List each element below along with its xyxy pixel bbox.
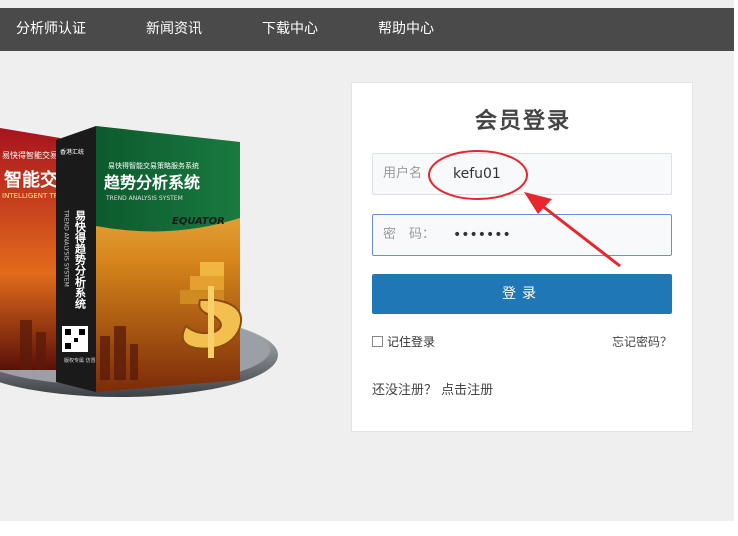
- login-panel: 会员登录 用户名 kefu01 密 码： ••••••• 登录 记住登录 忘记密…: [351, 82, 693, 432]
- username-input-value[interactable]: kefu01: [453, 154, 501, 194]
- top-navbar: 分析师认证 新闻资讯 下载中心 帮助中心: [0, 8, 734, 51]
- nav-item-help-center[interactable]: 帮助中心: [378, 8, 434, 51]
- remember-checkbox[interactable]: [372, 336, 383, 347]
- password-field[interactable]: 密 码： •••••••: [372, 214, 672, 256]
- box-top-text: 易快得智能交易策略服务系统: [108, 161, 199, 170]
- box-side-en: TREND ANALYSIS SYSTEM: [63, 209, 70, 287]
- brand-logo: 香港汇统: [60, 148, 84, 156]
- remember-label: 记住登录: [387, 335, 436, 349]
- username-label: 用户名: [383, 166, 423, 181]
- product-box-image: 易快得智能交易策略 智能交易 INTELLIGENT TRAD 易快得趋势分析系…: [0, 126, 278, 397]
- login-title: 会员登录: [474, 109, 571, 134]
- nav-item-download-center[interactable]: 下载中心: [262, 8, 318, 51]
- login-button[interactable]: 登录: [372, 274, 672, 314]
- brand-name: EQUATOR: [172, 216, 225, 227]
- register-link[interactable]: 点击注册: [441, 383, 493, 398]
- register-row: 还没注册？ 点击注册: [372, 379, 493, 398]
- right-edge: [734, 0, 738, 536]
- box-title: 趋势分析系统: [104, 173, 200, 192]
- remember-login[interactable]: 记住登录: [372, 333, 435, 350]
- nav-item-news[interactable]: 新闻资讯: [146, 8, 202, 51]
- nav-item-analyst-certification[interactable]: 分析师认证: [16, 8, 86, 51]
- footer-strip: [0, 521, 734, 536]
- password-input-value[interactable]: •••••••: [453, 215, 511, 255]
- username-field[interactable]: 用户名 kefu01: [372, 153, 672, 195]
- register-prompt: 还没注册？: [372, 383, 438, 398]
- forgot-password-link[interactable]: 忘记密码？: [612, 333, 672, 350]
- box-side-title: 易快得趋势分析系统: [74, 210, 88, 310]
- box-subtitle: TREND ANALYSIS SYSTEM: [105, 195, 183, 202]
- password-label: 密 码：: [383, 227, 436, 242]
